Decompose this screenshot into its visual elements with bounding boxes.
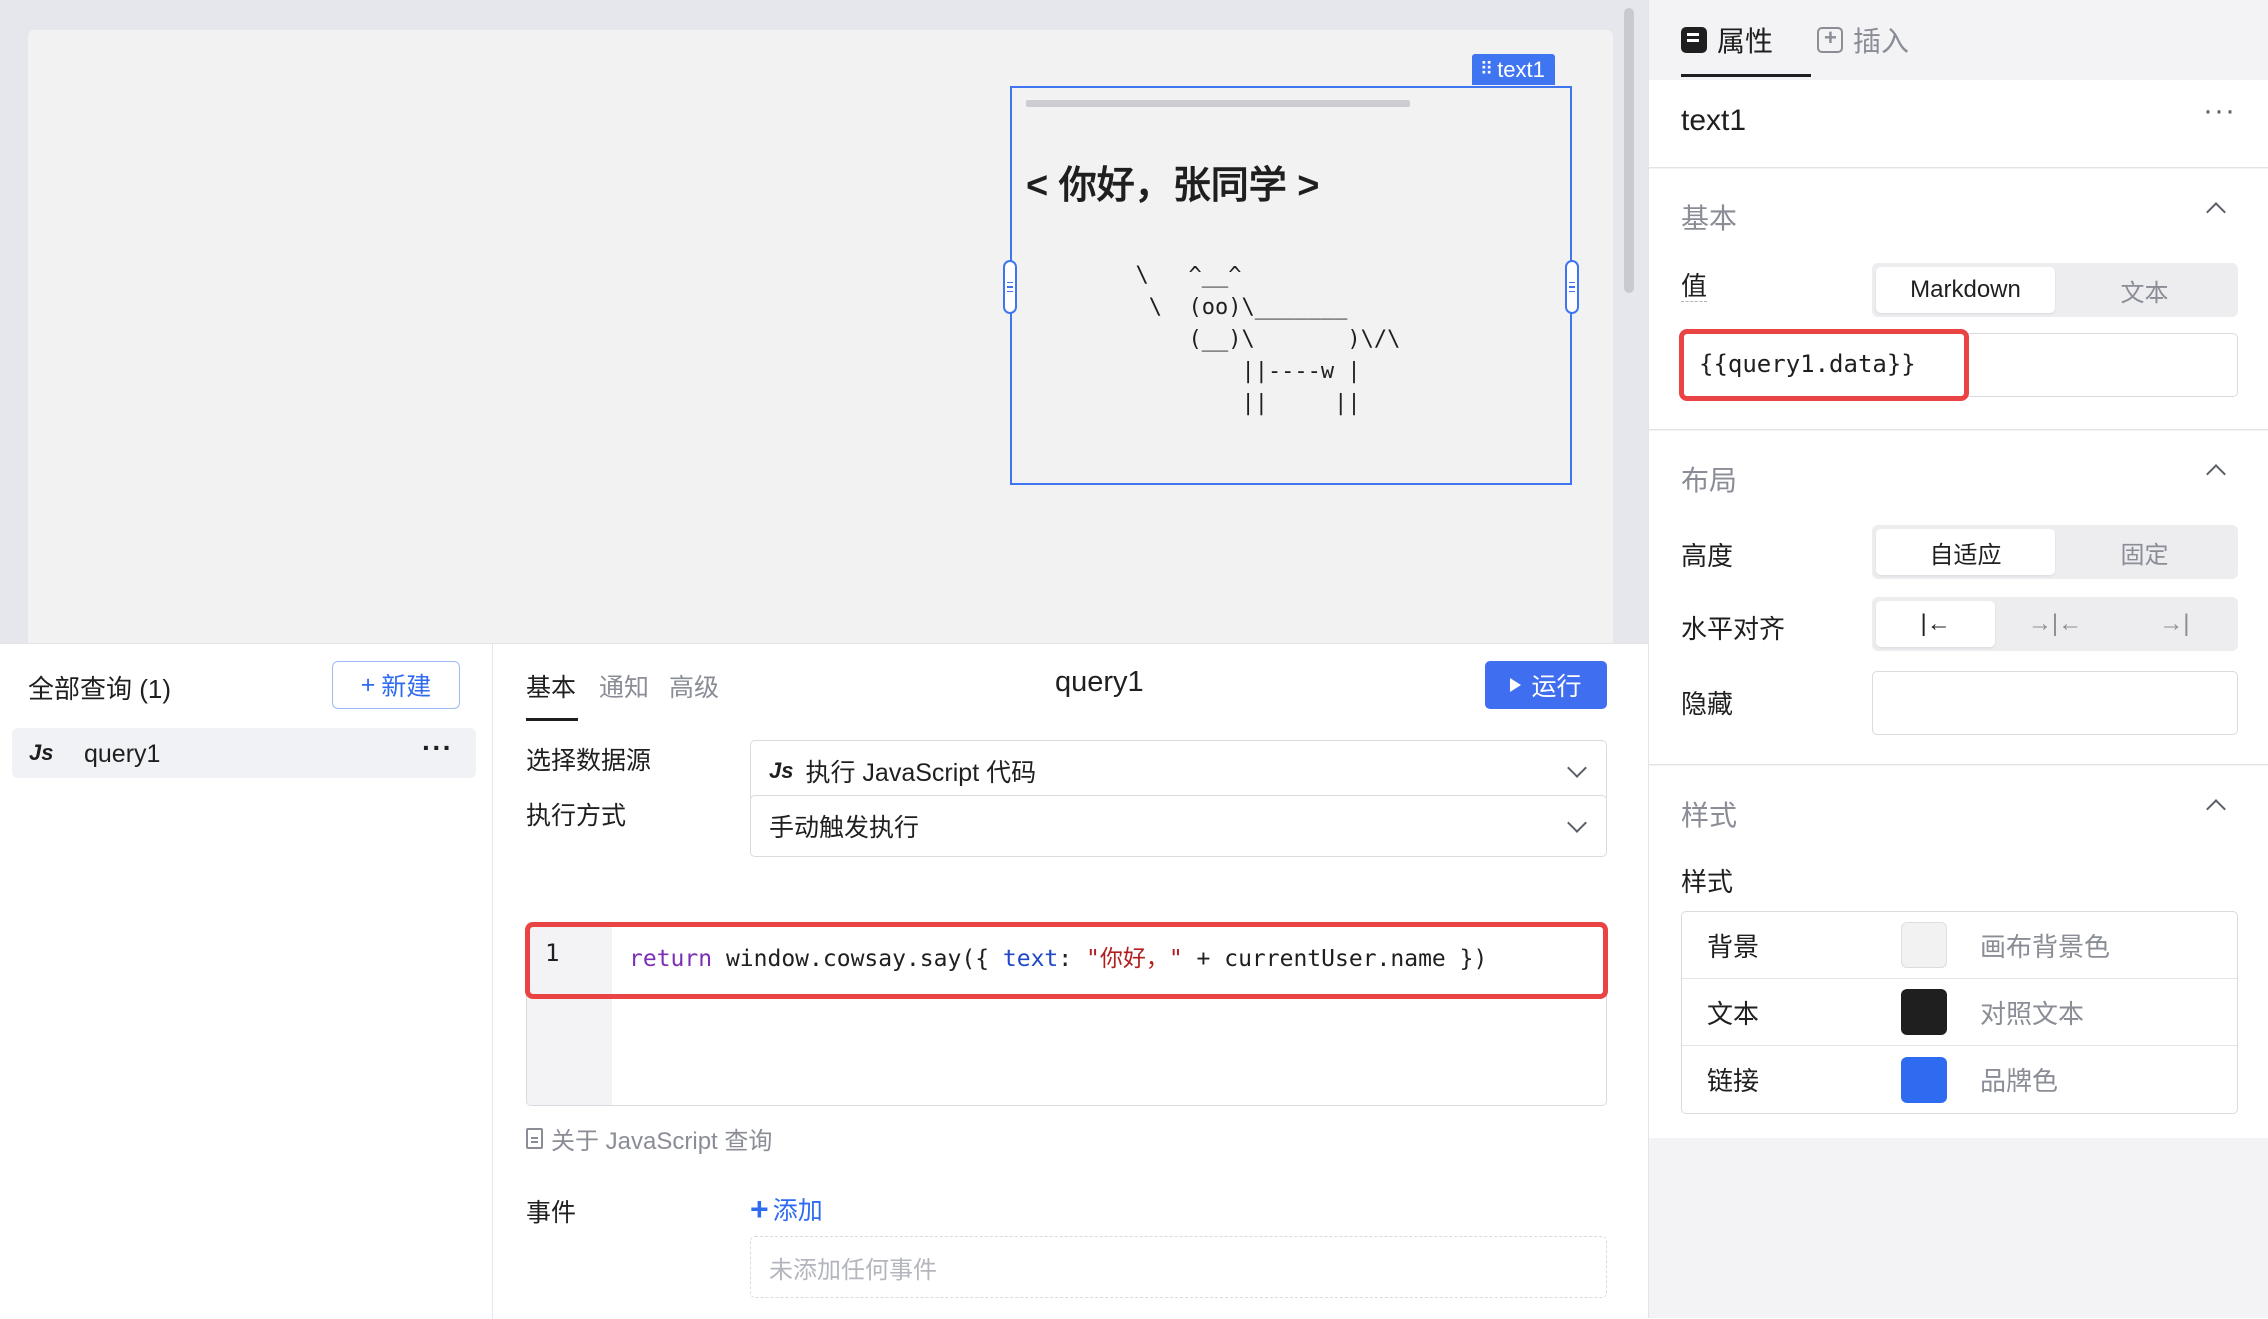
style-table: 背景 画布背景色 文本 对照文本 链接 品牌色 bbox=[1681, 911, 2238, 1114]
value-mode-markdown[interactable]: Markdown bbox=[1876, 267, 2055, 313]
new-query-label: 新建 bbox=[381, 673, 432, 701]
height-auto[interactable]: 自适应 bbox=[1876, 529, 2055, 575]
halign-label: 水平对齐 bbox=[1681, 614, 1786, 644]
js-icon: Js bbox=[29, 740, 54, 765]
tab-insert-label: 插入 bbox=[1853, 26, 1910, 57]
js-docs-label: 关于 JavaScript 查询 bbox=[551, 1128, 773, 1155]
drag-handle-icon[interactable]: ⠿ bbox=[1480, 54, 1493, 85]
value-mode-text[interactable]: 文本 bbox=[2055, 267, 2234, 313]
resize-handle-left[interactable] bbox=[1003, 260, 1017, 314]
style-row-link[interactable]: 链接 品牌色 bbox=[1682, 1046, 2237, 1113]
mode-select[interactable]: 手动触发执行 bbox=[750, 795, 1607, 857]
color-swatch[interactable] bbox=[1901, 989, 1947, 1035]
text-component[interactable]: < 你好，张同学 > \ ^__^ \ (oo)\_______ (__)\ )… bbox=[1003, 86, 1579, 485]
add-component-icon bbox=[1817, 25, 1843, 53]
canvas-scrollbar[interactable] bbox=[1624, 8, 1634, 293]
query-title: query1 bbox=[1055, 666, 1144, 698]
color-swatch[interactable] bbox=[1901, 922, 1947, 968]
mode-label: 执行方式 bbox=[526, 802, 627, 830]
section-style: 样式 样式 背景 画布背景色 文本 对照文本 链接 品牌色 bbox=[1649, 766, 2268, 1138]
tab-basic[interactable]: 基本 bbox=[526, 668, 576, 704]
plus-icon: + bbox=[360, 670, 376, 699]
hide-label: 隐藏 bbox=[1681, 689, 1734, 719]
query-editor: 基本 通知 高级 query1 运行 选择数据源 Js 执行 JavaScrip… bbox=[493, 644, 1648, 1319]
datasource-label: 选择数据源 bbox=[526, 747, 652, 775]
new-query-button[interactable]: + 新建 bbox=[332, 661, 460, 709]
style-row-name: 文本 bbox=[1707, 998, 1760, 1029]
style-row-background[interactable]: 背景 画布背景色 bbox=[1682, 912, 2237, 979]
component-tag-label: text1 bbox=[1497, 57, 1545, 82]
height-toggle[interactable]: 自适应 固定 bbox=[1872, 525, 2238, 579]
component-name[interactable]: text1 bbox=[1681, 104, 1746, 138]
chevron-down-icon bbox=[1567, 813, 1587, 833]
value-label: 值 bbox=[1681, 271, 1708, 302]
style-row-text[interactable]: 文本 对照文本 bbox=[1682, 979, 2237, 1046]
events-empty-state: 未添加任何事件 bbox=[750, 1236, 1607, 1298]
style-row-value: 画布背景色 bbox=[1980, 931, 2111, 962]
text-component-divider bbox=[1026, 100, 1410, 107]
section-layout-title: 布局 bbox=[1681, 465, 1738, 496]
height-label: 高度 bbox=[1681, 541, 1734, 571]
properties-panel: 属性 插入 text1 ··· 基本 值 Markdown 文本 {{query… bbox=[1648, 0, 2268, 1318]
component-tag[interactable]: ⠿ text1 bbox=[1472, 54, 1555, 85]
tab-properties-label: 属性 bbox=[1717, 26, 1774, 57]
tab-advanced[interactable]: 高级 bbox=[669, 668, 719, 704]
component-header: text1 ··· bbox=[1649, 80, 2268, 168]
value-highlight-box bbox=[1679, 329, 1969, 401]
cowsay-ascii: \ ^__^ \ (oo)\_______ (__)\ )\/\ ||----w… bbox=[1135, 263, 1401, 416]
height-fixed[interactable]: 固定 bbox=[2055, 529, 2234, 575]
add-event-label: 添加 bbox=[772, 1197, 823, 1225]
greeting-text: < 你好，张同学 > bbox=[1026, 165, 1320, 207]
tab-properties[interactable]: 属性 bbox=[1681, 20, 1773, 60]
halign-toggle[interactable]: |← →|← →| bbox=[1872, 597, 2238, 651]
active-tab-indicator bbox=[1681, 74, 1811, 77]
query-list-item[interactable]: Js query1 ··· bbox=[12, 728, 476, 778]
document-icon bbox=[526, 1128, 543, 1149]
section-layout: 布局 高度 自适应 固定 水平对齐 |← →|← →| 隐藏 bbox=[1649, 431, 2268, 765]
edit-form-icon bbox=[1681, 27, 1707, 53]
play-icon bbox=[1510, 678, 1522, 692]
section-style-title: 样式 bbox=[1681, 800, 1738, 831]
query-list: 全部查询 (1) + 新建 Js query1 ··· bbox=[0, 644, 493, 1319]
tab-insert[interactable]: 插入 bbox=[1817, 20, 1909, 60]
more-options-icon[interactable]: ··· bbox=[422, 732, 453, 764]
query-panel: 全部查询 (1) + 新建 Js query1 ··· 基本 通知 高级 que… bbox=[0, 643, 1648, 1319]
datasource-value: 执行 JavaScript 代码 bbox=[805, 759, 1037, 787]
style-row-value: 品牌色 bbox=[1980, 1066, 2059, 1096]
js-icon: Js bbox=[769, 758, 794, 783]
datasource-select[interactable]: Js 执行 JavaScript 代码 bbox=[750, 740, 1607, 802]
more-options-icon[interactable]: ··· bbox=[2203, 94, 2236, 128]
align-right-icon[interactable]: →| bbox=[2115, 601, 2234, 647]
active-tab-indicator bbox=[526, 718, 578, 721]
events-label: 事件 bbox=[526, 1199, 577, 1227]
mode-value: 手动触发执行 bbox=[769, 814, 920, 842]
align-left-icon[interactable]: |← bbox=[1876, 601, 1996, 647]
plus-icon: + bbox=[750, 1190, 769, 1227]
chevron-up-icon[interactable] bbox=[2206, 799, 2226, 819]
query-item-name: query1 bbox=[84, 740, 161, 768]
resize-handle-right[interactable] bbox=[1565, 260, 1579, 314]
color-swatch[interactable] bbox=[1901, 1056, 1947, 1103]
code-highlight-box bbox=[525, 922, 1608, 999]
query-list-title: 全部查询 (1) bbox=[28, 674, 172, 704]
chevron-down-icon bbox=[1567, 758, 1587, 778]
section-basic-title: 基本 bbox=[1681, 203, 1738, 234]
add-event-button[interactable]: + 添加 bbox=[750, 1191, 823, 1227]
run-label: 运行 bbox=[1531, 673, 1582, 701]
run-button[interactable]: 运行 bbox=[1485, 661, 1607, 709]
chevron-up-icon[interactable] bbox=[2206, 202, 2226, 222]
hide-input[interactable] bbox=[1872, 671, 2238, 735]
style-row-name: 链接 bbox=[1707, 1066, 1760, 1096]
style-row-value: 对照文本 bbox=[1980, 998, 2085, 1029]
style-row-name: 背景 bbox=[1707, 931, 1760, 962]
chevron-up-icon[interactable] bbox=[2206, 464, 2226, 484]
canvas-area: ⠿ text1 < 你好，张同学 > \ ^__^ \ (oo)\_______… bbox=[0, 0, 1648, 643]
tab-notify[interactable]: 通知 bbox=[599, 668, 649, 704]
section-basic: 基本 值 Markdown 文本 {{query1.data}} bbox=[1649, 169, 2268, 430]
js-docs-link[interactable]: 关于 JavaScript 查询 bbox=[526, 1121, 772, 1156]
align-center-icon[interactable]: →|← bbox=[1995, 601, 2114, 647]
value-mode-toggle[interactable]: Markdown 文本 bbox=[1872, 263, 2238, 317]
style-sub-label: 样式 bbox=[1681, 867, 1734, 897]
